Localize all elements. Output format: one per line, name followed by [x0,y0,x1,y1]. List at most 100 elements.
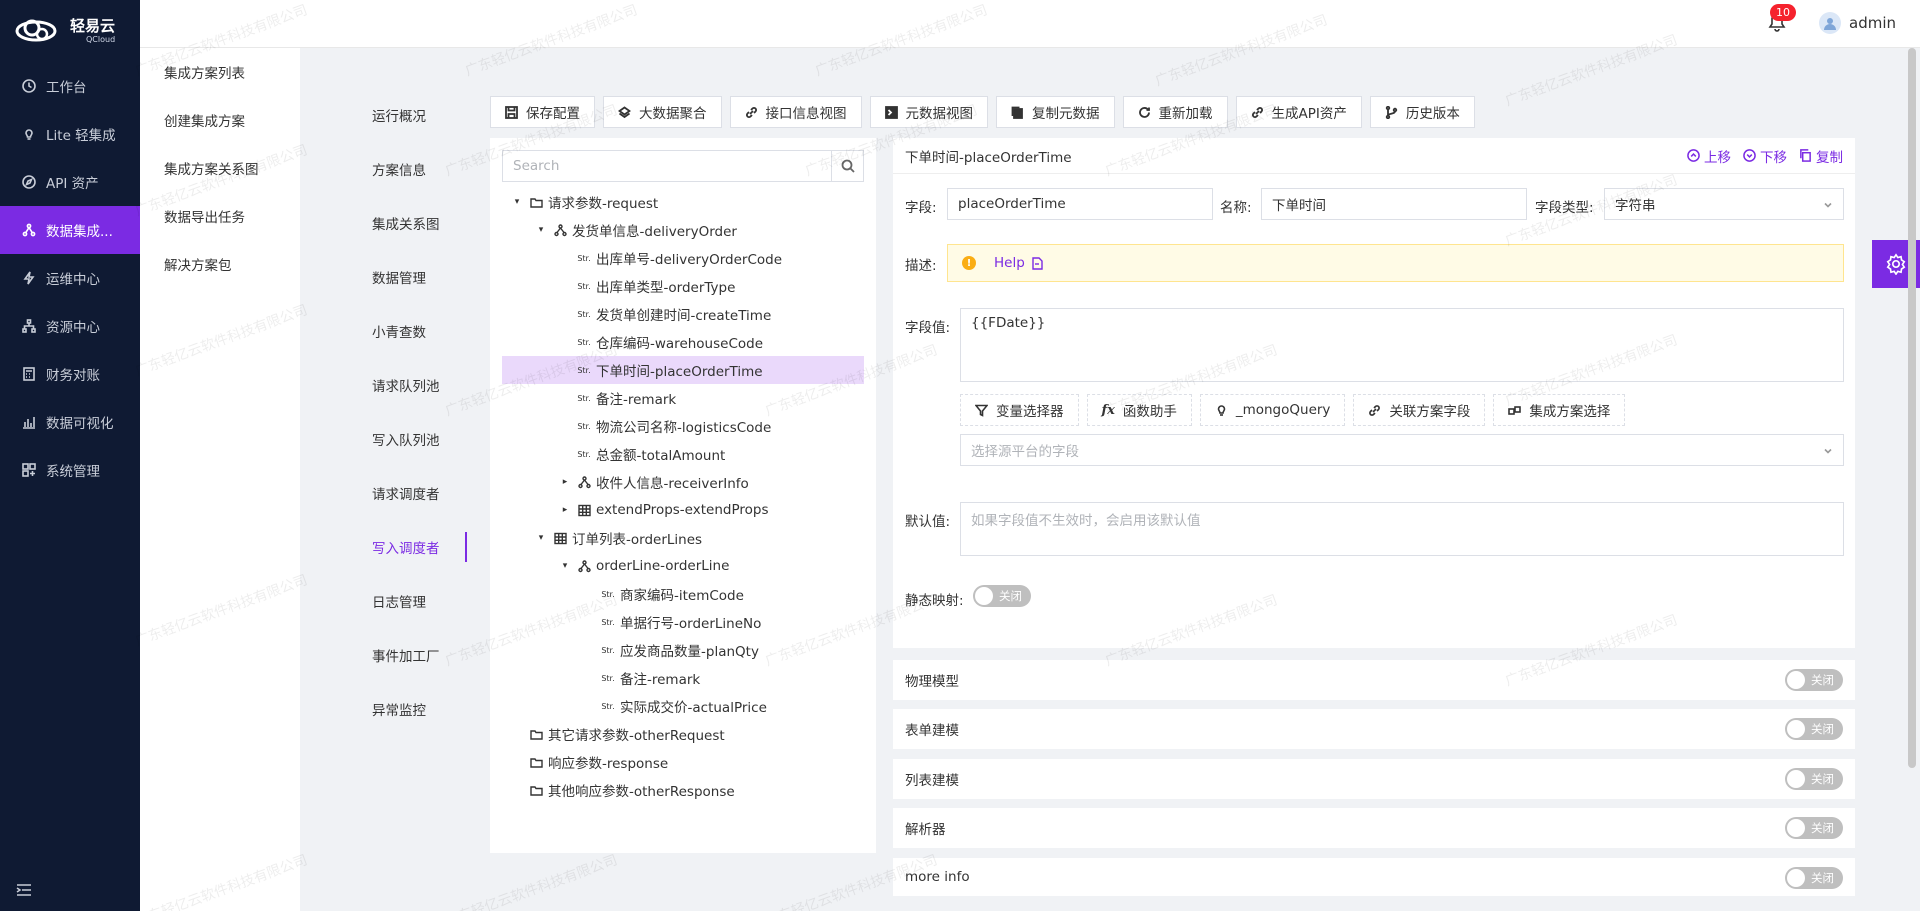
field-input[interactable]: placeOrderTime [947,188,1213,220]
field-value-textarea[interactable]: {{FDate}} [960,308,1844,382]
tab-item[interactable]: 小青查数 [372,304,467,358]
object-icon [552,223,568,237]
tree-node[interactable]: ▾ orderLine-orderLine [502,552,864,580]
tree-node-label: 出库单号-deliveryOrderCode [596,252,783,268]
toolbar-button-4[interactable]: 复制元数据 [996,96,1115,128]
expand-caret-icon[interactable]: ▸ [558,477,572,487]
toolbar-button-5[interactable]: 重新加载 [1122,96,1228,128]
type-select[interactable]: 字符串 [1604,188,1844,220]
submenu-item[interactable]: 集成方案关系图 [140,144,300,192]
tree-node[interactable]: Str. 出库单号-deliveryOrderCode [502,244,864,272]
search-input[interactable] [503,151,831,181]
tree-node-label: 总金额-totalAmount [596,448,726,464]
tree-node[interactable]: Str. 实际成交价-actualPrice [502,692,864,720]
submenu-item[interactable]: 创建集成方案 [140,96,300,144]
nav-item-3[interactable]: 数据集成... [0,206,140,254]
tree-node[interactable]: Str. 单据行号-orderLineNo [502,608,864,636]
tab-item[interactable]: 事件加工厂 [372,628,467,682]
submenu-item[interactable]: 数据导出任务 [140,192,300,240]
submenu-item[interactable]: 解决方案包 [140,240,300,288]
static-map-switch[interactable]: 关闭 [973,585,1031,607]
nav-item-7[interactable]: 数据可视化 [0,398,140,446]
nav-item-0[interactable]: 工作台 [0,62,140,110]
tree-node[interactable]: ▾ 订单列表-orderLines [502,524,864,552]
tree-node[interactable]: ▸ 收件人信息-receiverInfo [502,468,864,496]
tree-node-label: 其它请求参数-otherRequest [548,728,725,744]
tab-item[interactable]: 数据管理 [372,250,467,304]
tree-node[interactable]: Str. 总金额-totalAmount [502,440,864,468]
tab-item[interactable]: 异常监控 [372,682,467,736]
submenu-item[interactable]: 集成方案列表 [140,48,300,96]
section-switch[interactable]: 关闭 [1785,817,1843,839]
page-scrollbar[interactable] [1908,48,1916,768]
tab-item[interactable]: 写入队列池 [372,412,467,466]
tree-node[interactable]: Str. 出库单类型-orderType [502,272,864,300]
copy-button[interactable]: 复制 [1799,146,1843,166]
tab-item[interactable]: 请求调度者 [372,466,467,520]
nav-item-6[interactable]: 财务对账 [0,350,140,398]
expand-caret-icon[interactable]: ▾ [558,561,572,571]
toolbar-button-7[interactable]: 历史版本 [1369,96,1475,128]
expand-caret-icon[interactable]: ▸ [558,505,572,515]
move-up-button[interactable]: 上移 [1687,146,1731,166]
tab-item[interactable]: 方案信息 [372,142,467,196]
source-field-select[interactable]: 选择源平台的字段 [960,434,1844,466]
section-switch[interactable]: 关闭 [1785,867,1843,889]
expand-caret-icon[interactable]: ▾ [534,225,548,235]
toolbar-button-2[interactable]: 接口信息视图 [729,96,862,128]
tab-item[interactable]: 请求队列池 [372,358,467,412]
search-icon[interactable] [831,151,863,181]
tab-item[interactable]: 集成关系图 [372,196,467,250]
section-switch[interactable]: 关闭 [1785,718,1843,740]
helper-button-1[interactable]: fx 函数助手 [1086,394,1192,426]
tree-node[interactable]: ▾ 请求参数-request [502,188,864,216]
helper-button-0[interactable]: 变量选择器 [960,394,1079,426]
tree-node[interactable]: Str. 发货单创建时间-createTime [502,300,864,328]
user-menu[interactable]: admin [1819,12,1896,34]
nav-item-2[interactable]: API 资产 [0,158,140,206]
helper-button-3[interactable]: 关联方案字段 [1353,394,1486,426]
tree-node[interactable]: Str. 下单时间-placeOrderTime [502,356,864,384]
helper-button-2[interactable]: _mongoQuery [1199,394,1346,426]
help-link[interactable]: Help [994,255,1043,271]
tree-node[interactable]: ▸ extendProps-extendProps [502,496,864,524]
section-switch[interactable]: 关闭 [1785,768,1843,790]
toolbar-button-0[interactable]: 保存配置 [490,96,595,128]
expand-caret-icon[interactable]: ▾ [510,197,524,207]
tree-node[interactable]: Str. 物流公司名称-logisticsCode [502,412,864,440]
folder-icon [528,756,544,769]
tree-node[interactable]: Str. 仓库编码-warehouseCode [502,328,864,356]
toolbar-button-6[interactable]: 生成API资产 [1235,96,1362,128]
value-helper-buttons: 变量选择器 fx 函数助手 _mongoQuery 关联方案字段 集成方案选择 [960,394,1626,426]
tab-item[interactable]: 运行概况 [372,88,467,142]
tree-node[interactable]: Str. 商家编码-itemCode [502,580,864,608]
nav-item-5[interactable]: 资源中心 [0,302,140,350]
tree-node[interactable]: ▾ 发货单信息-deliveryOrder [502,216,864,244]
save-icon [505,105,518,119]
brand-logo[interactable]: 轻易云 QCloud [0,0,140,62]
nav-item-8[interactable]: 系统管理 [0,446,140,494]
tree-node[interactable]: 其他响应参数-otherResponse [502,776,864,804]
section-switch[interactable]: 关闭 [1785,669,1843,691]
move-down-button[interactable]: 下移 [1743,146,1787,166]
tree-node[interactable]: 其它请求参数-otherRequest [502,720,864,748]
tree-node-label: extendProps-extendProps [596,502,769,518]
cloud-logo-icon [15,19,57,42]
hierarchy-icon [22,319,36,333]
toolbar-button-3[interactable]: 元数据视图 [869,96,988,128]
tree-node[interactable]: 响应参数-response [502,748,864,776]
tree-node[interactable]: Str. 备注-remark [502,664,864,692]
expand-caret-icon[interactable]: ▾ [534,533,548,543]
default-value-textarea[interactable]: 如果字段值不生效时，会启用该默认值 [960,502,1844,556]
name-input[interactable]: 下单时间 [1261,188,1527,220]
tree-node-label: 下单时间-placeOrderTime [596,364,763,380]
tab-item[interactable]: 写入调度者 [372,520,467,574]
tree-node[interactable]: Str. 应发商品数量-planQty [502,636,864,664]
nav-item-4[interactable]: 运维中心 [0,254,140,302]
toolbar-button-1[interactable]: 大数据聚合 [603,96,722,128]
helper-button-4[interactable]: 集成方案选择 [1493,394,1626,426]
tree-node[interactable]: Str. 备注-remark [502,384,864,412]
nav-item-1[interactable]: Lite 轻集成 [0,110,140,158]
tab-item[interactable]: 日志管理 [372,574,467,628]
menu-collapse-icon[interactable] [16,883,32,897]
